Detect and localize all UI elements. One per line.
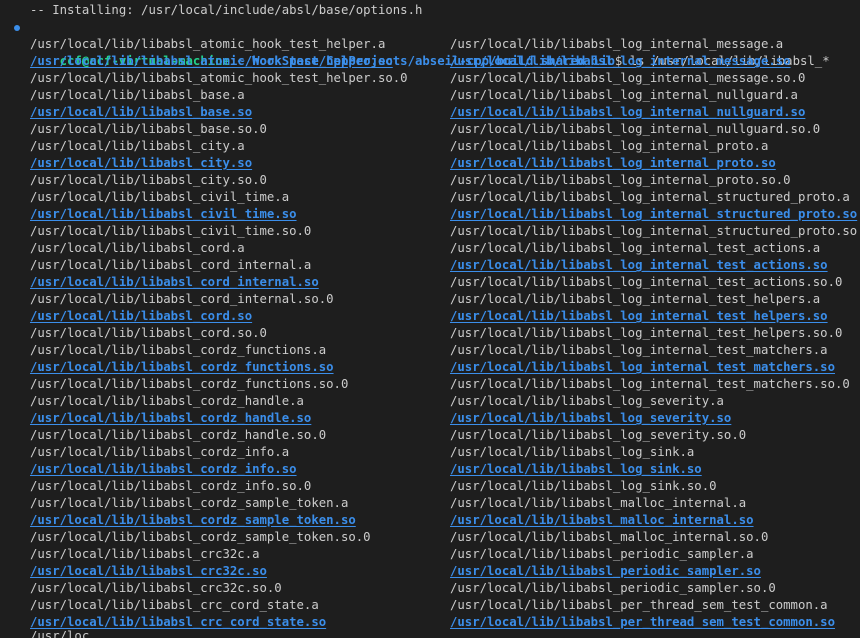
file-entry: /usr/local/lib/libabsl_cordz_info.so.0 — [30, 479, 312, 493]
file-entry: /usr/local/lib/libabsl_periodic_sampler.… — [450, 581, 776, 595]
file-entry: /usr/local/lib/libabsl_malloc_internal.a — [450, 496, 747, 510]
file-entry: /usr/local/lib/libabsl_log_internal_test… — [450, 275, 843, 289]
symlink-entry[interactable]: /usr/local/lib/libabsl_cordz_sample_toke… — [30, 512, 408, 529]
symlink-entry[interactable]: /usr/local/lib/libabsl_base.so — [30, 104, 408, 121]
symlink-entry[interactable]: /usr/local/lib/libabsl_log_internal_prot… — [450, 155, 860, 172]
file-entry: /usr/local/lib/libabsl_log_internal_test… — [450, 343, 828, 357]
cut-off-line: /usr/local — [30, 629, 90, 638]
file-entry: /usr/local/lib/libabsl_city.so.0 — [30, 173, 267, 187]
file-entry: /usr/local/lib/libabsl_cordz_functions.s… — [30, 377, 349, 391]
symlink-entry[interactable]: /usr/local/lib/libabsl_cordz_functions.s… — [30, 359, 408, 376]
symlink-entry[interactable]: /usr/local/lib/libabsl_log_internal_test… — [450, 257, 860, 274]
file-entry: /usr/local/lib/libabsl_cordz_functions.a — [30, 343, 327, 357]
file-entry: /usr/local/lib/libabsl_log_sink.a — [450, 445, 695, 459]
file-entry: /usr/local/lib/libabsl_city.a — [30, 139, 245, 153]
symlink-entry[interactable]: /usr/local/lib/libabsl_atomic_hook_test_… — [30, 53, 408, 70]
file-entry: /usr/local/lib/libabsl_log_severity.a — [450, 394, 724, 408]
file-entry: /usr/local/lib/libabsl_log_internal_null… — [450, 122, 821, 136]
file-entry: /usr/local/lib/libabsl_cordz_sample_toke… — [30, 496, 349, 510]
file-entry: /usr/local/lib/libabsl_atomic_hook_test_… — [30, 37, 386, 51]
listing-column-left: /usr/local/lib/libabsl_atomic_hook_test_… — [30, 36, 408, 631]
symlink-entry[interactable]: /usr/local/lib/libabsl_crc32c.so — [30, 563, 408, 580]
symlink-entry[interactable]: /usr/local/lib/libabsl_cord.so — [30, 308, 408, 325]
file-entry: /usr/local/lib/libabsl_cordz_sample_toke… — [30, 530, 371, 544]
file-entry: /usr/local/lib/libabsl_log_sink.so.0 — [450, 479, 717, 493]
file-entry: /usr/local/lib/libabsl_cordz_handle.a — [30, 394, 304, 408]
file-entry: /usr/local/lib/libabsl_cord.so.0 — [30, 326, 267, 340]
terminal-panel[interactable]: -- Installing: /usr/local/include/absl/b… — [0, 0, 860, 638]
file-entry: /usr/local/lib/libabsl_crc_cord_state.a — [30, 598, 319, 612]
file-entry: /usr/local/lib/libabsl_crc32c.so.0 — [30, 581, 282, 595]
symlink-entry[interactable]: /usr/local/lib/libabsl_civil_time.so — [30, 206, 408, 223]
symlink-entry[interactable]: /usr/local/lib/libabsl_cordz_info.so — [30, 461, 408, 478]
symlink-entry[interactable]: /usr/local/lib/libabsl_log_internal_null… — [450, 104, 860, 121]
symlink-entry[interactable]: /usr/local/lib/libabsl_log_internal_test… — [450, 359, 860, 376]
previous-output-line: -- Installing: /usr/local/include/absl/b… — [30, 3, 423, 17]
symlink-entry[interactable]: /usr/local/lib/libabsl_cordz_handle.so — [30, 410, 408, 427]
file-entry: /usr/local/lib/libabsl_civil_time.so.0 — [30, 224, 312, 238]
symlink-entry[interactable]: /usr/local/lib/libabsl_log_internal_stru… — [450, 206, 860, 223]
file-entry: /usr/local/lib/libabsl_malloc_internal.s… — [450, 530, 769, 544]
file-entry: /usr/local/lib/libabsl_log_internal_test… — [450, 241, 821, 255]
symlink-entry[interactable]: /usr/local/lib/libabsl_malloc_internal.s… — [450, 512, 860, 529]
file-entry: /usr/local/lib/libabsl_log_internal_test… — [450, 292, 821, 306]
file-entry: /usr/local/lib/libabsl_periodic_sampler.… — [450, 547, 754, 561]
file-entry: /usr/local/lib/libabsl_log_internal_stru… — [450, 224, 860, 238]
symlink-entry[interactable]: /usr/local/lib/libabsl_per_thread_sem_te… — [450, 614, 860, 631]
file-entry: /usr/local/lib/libabsl_log_internal_test… — [450, 326, 843, 340]
file-entry: /usr/local/lib/libabsl_crc32c.a — [30, 547, 260, 561]
file-entry: /usr/local/lib/libabsl_log_internal_null… — [450, 88, 798, 102]
file-entry: /usr/local/lib/libabsl_cordz_handle.so.0 — [30, 428, 327, 442]
symlink-entry[interactable]: /usr/local/lib/libabsl_log_internal_mess… — [450, 53, 860, 70]
file-entry: /usr/local/lib/libabsl_log_internal_mess… — [450, 37, 784, 51]
file-entry: /usr/local/lib/libabsl_base.a — [30, 88, 245, 102]
file-entry: /usr/local/lib/libabsl_cord_internal.a — [30, 258, 312, 272]
file-entry: /usr/local/lib/libabsl_log_internal_stru… — [450, 190, 850, 204]
file-entry: /usr/local/lib/libabsl_civil_time.a — [30, 190, 290, 204]
file-entry: /usr/local/lib/libabsl_log_internal_mess… — [450, 71, 806, 85]
file-entry: /usr/local/lib/libabsl_base.so.0 — [30, 122, 267, 136]
symlink-entry[interactable]: /usr/local/lib/libabsl_log_severity.so — [450, 410, 860, 427]
file-entry: /usr/local/lib/libabsl_per_thread_sem_te… — [450, 598, 828, 612]
symlink-entry[interactable]: /usr/local/lib/libabsl_log_sink.so — [450, 461, 860, 478]
file-entry: /usr/local/lib/libabsl_log_severity.so.0 — [450, 428, 747, 442]
command-prompt-line: ccf@ccf-virtual-machine:~/WorkSpace/CppP… — [0, 19, 830, 68]
file-entry: /usr/local/lib/libabsl_log_internal_prot… — [450, 139, 769, 153]
symlink-entry[interactable]: /usr/local/lib/libabsl_periodic_sampler.… — [450, 563, 860, 580]
file-entry: /usr/local/lib/libabsl_log_internal_prot… — [450, 173, 791, 187]
file-entry: /usr/local/lib/libabsl_cord_internal.so.… — [30, 292, 334, 306]
command-decoration-icon[interactable] — [14, 25, 20, 31]
symlink-entry[interactable]: /usr/local/lib/libabsl_city.so — [30, 155, 408, 172]
file-entry: /usr/local/lib/libabsl_log_internal_test… — [450, 377, 850, 391]
file-entry: /usr/local/lib/libabsl_atomic_hook_test_… — [30, 71, 408, 85]
file-entry: /usr/local/lib/libabsl_cord.a — [30, 241, 245, 255]
listing-column-right: /usr/local/lib/libabsl_log_internal_mess… — [450, 36, 860, 631]
file-entry: /usr/local/lib/libabsl_cordz_info.a — [30, 445, 290, 459]
symlink-entry[interactable]: /usr/local/lib/libabsl_log_internal_test… — [450, 308, 860, 325]
symlink-entry[interactable]: /usr/local/lib/libabsl_cord_internal.so — [30, 274, 408, 291]
